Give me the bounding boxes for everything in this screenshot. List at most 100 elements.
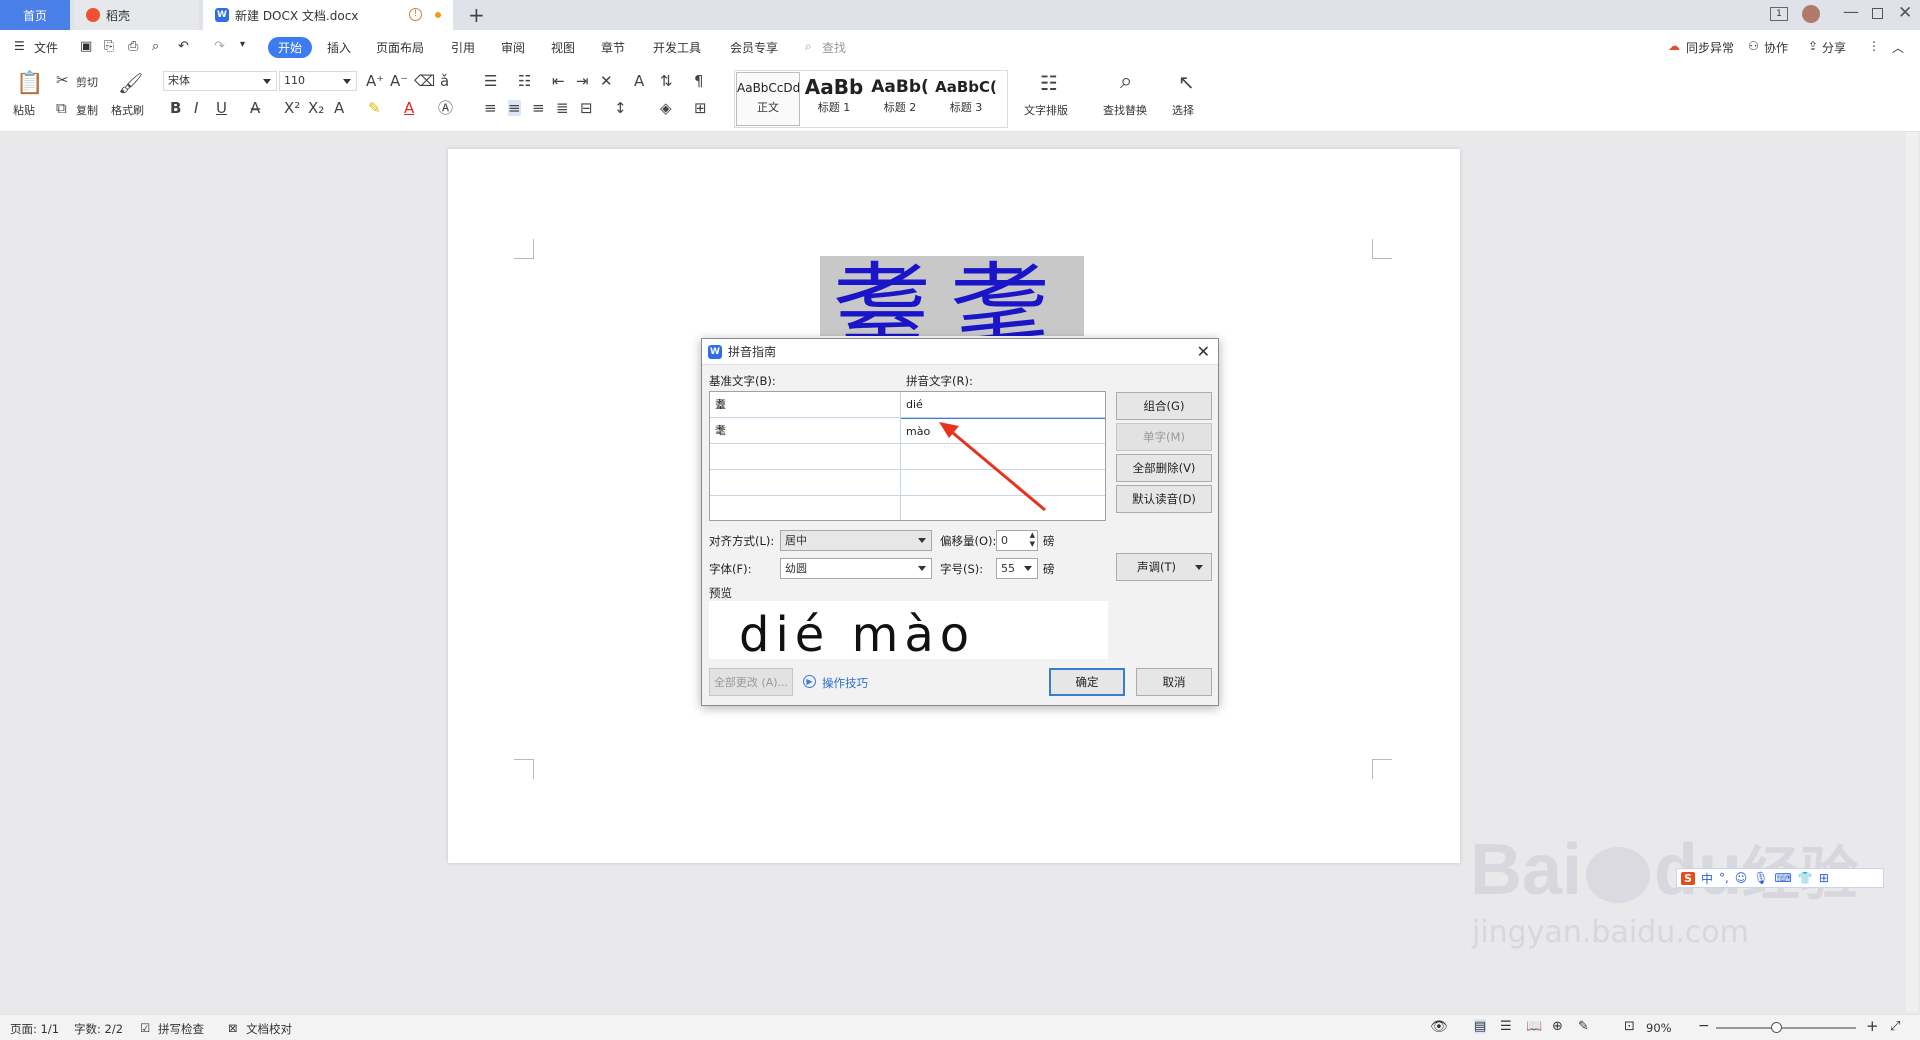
delete-all-button[interactable]: 全部删除(V) [1116, 454, 1212, 482]
borders-icon[interactable]: ⊞ [694, 100, 707, 116]
format-painter-button[interactable]: 格式刷 [111, 102, 144, 118]
select-button[interactable]: 选择 [1172, 102, 1194, 118]
undo-icon[interactable]: ↶ [178, 39, 189, 54]
spinner-arrows-icon[interactable]: ▲ ▼ [1030, 531, 1035, 549]
sync-status[interactable]: 同步异常 [1686, 39, 1734, 56]
keyboard-icon[interactable]: ⌨ [1775, 871, 1792, 885]
bullet-list-icon[interactable]: ☰ [484, 73, 497, 89]
tips-link[interactable]: 操作技巧 [822, 675, 868, 691]
superscript-icon[interactable]: X² [284, 100, 300, 116]
zoom-in-icon[interactable]: + [1866, 1017, 1879, 1035]
text-direction-icon[interactable]: A [634, 73, 644, 89]
zoom-slider-handle[interactable] [1771, 1022, 1782, 1033]
ok-button[interactable]: 确定 [1049, 668, 1125, 696]
paste-icon[interactable]: 📋 [16, 72, 43, 96]
page-view-icon[interactable]: ▤ [1474, 1019, 1487, 1034]
change-all-button[interactable]: 全部更改 (A)... [709, 668, 793, 696]
align-left-icon[interactable]: ≡ [484, 100, 497, 116]
collapse-ribbon-icon[interactable]: ︿ [1892, 39, 1904, 56]
increase-indent-icon[interactable]: ⇥ [576, 73, 589, 89]
select-cursor-icon[interactable]: ↖ [1178, 70, 1195, 94]
menu-file[interactable]: 文件 [34, 39, 58, 56]
ime-toolbar[interactable]: S 中 °, ☺ 🎙 ⌨ 👕 ⊞ [1676, 868, 1884, 888]
dialog-titlebar[interactable]: W 拼音指南 [702, 339, 1218, 365]
vertical-scrollbar[interactable] [1906, 132, 1918, 1012]
cut-icon[interactable]: ✂ [56, 72, 69, 88]
char-border-icon[interactable]: Ⓐ [438, 100, 453, 116]
text-layout-button[interactable]: 文字排版 [1024, 102, 1068, 118]
style-heading-3[interactable]: AaBbC(标题 3 [934, 72, 998, 126]
emoji-icon[interactable]: ☺ [1735, 871, 1748, 885]
highlight-icon[interactable]: ✎ [368, 100, 381, 116]
cut-button[interactable]: 剪切 [76, 74, 98, 90]
pinyin-guide-icon[interactable]: ǎ [440, 73, 449, 89]
warning-icon[interactable]: ! [409, 8, 422, 21]
grow-font-icon[interactable]: A⁺ [366, 73, 384, 89]
ime-mode[interactable]: 中 [1701, 870, 1713, 887]
menu-view[interactable]: 视图 [551, 39, 575, 56]
quick-access-dropdown-icon[interactable]: ▾ [240, 39, 245, 50]
base-cell[interactable] [710, 444, 900, 470]
selected-text[interactable]: 耋耄 [820, 256, 1084, 336]
base-cell[interactable]: 耋 [710, 392, 900, 418]
more-icon[interactable]: ⋮ [1868, 39, 1880, 53]
zoom-level[interactable]: 90% [1646, 1021, 1672, 1035]
align-select[interactable]: 居中 [780, 530, 932, 551]
spell-check-button[interactable]: 拼写检查 [158, 1021, 204, 1037]
tone-button[interactable]: 声调(T) [1116, 553, 1212, 581]
base-cell[interactable]: 耄 [710, 418, 900, 444]
line-spacing-icon[interactable]: ↕ [614, 100, 627, 116]
collab-button[interactable]: 协作 [1764, 39, 1788, 56]
base-cell[interactable] [710, 470, 900, 496]
single-char-button[interactable]: 单字(M) [1116, 423, 1212, 451]
size-select[interactable]: 55 [996, 558, 1038, 579]
font-select[interactable]: 幼圆 [780, 558, 932, 579]
bold-icon[interactable]: B [170, 100, 181, 116]
copy-button[interactable]: 复制 [76, 102, 98, 118]
search-box[interactable]: 查找 [822, 39, 846, 56]
style-heading-2[interactable]: AaBb(标题 2 [868, 72, 932, 126]
zoom-out-icon[interactable]: − [1698, 1018, 1710, 1034]
pen-icon[interactable]: ✎ [1578, 1019, 1589, 1034]
save-icon[interactable]: ▣ [80, 39, 92, 54]
format-painter-icon[interactable]: 🖌 [118, 72, 143, 94]
skin-icon[interactable]: 👕 [1798, 871, 1813, 885]
align-right-icon[interactable]: ≡ [532, 100, 545, 116]
distribute-icon[interactable]: ⊟ [580, 100, 593, 116]
search-icon[interactable]: ⌕ [805, 39, 812, 54]
share-button[interactable]: 分享 [1822, 39, 1846, 56]
new-tab-icon[interactable]: + [468, 3, 485, 27]
numbered-list-icon[interactable]: ☷ [518, 73, 531, 89]
print-preview-icon[interactable]: ⌕ [152, 39, 159, 54]
base-cell[interactable] [710, 496, 900, 522]
subscript-icon[interactable]: X₂ [308, 100, 324, 116]
offset-spinner[interactable]: 0 ▲ ▼ [996, 530, 1038, 551]
text-layout-icon[interactable]: ☷ [1040, 72, 1058, 94]
shrink-font-icon[interactable]: A⁻ [390, 73, 408, 89]
shading-icon[interactable]: ◈ [660, 100, 672, 116]
close-icon[interactable]: ✕ [1197, 342, 1210, 361]
print-icon[interactable]: ⎙ [128, 39, 138, 54]
file-menu-icon[interactable]: ☰ [14, 39, 25, 53]
tab-document[interactable]: W 新建 DOCX 文档.docx ! [203, 0, 453, 30]
menu-devtools[interactable]: 开发工具 [653, 39, 701, 56]
justify-icon[interactable]: ≣ [556, 100, 569, 116]
paste-button[interactable]: 粘贴 [13, 102, 35, 118]
avatar[interactable] [1802, 5, 1820, 23]
chinese-layout-icon[interactable]: ✕ [600, 73, 613, 89]
zoom-slider[interactable] [1716, 1027, 1856, 1029]
punctuation-icon[interactable]: °, [1719, 871, 1729, 885]
cancel-button[interactable]: 取消 [1136, 668, 1212, 696]
redo-icon[interactable]: ↷ [214, 39, 225, 54]
align-center-icon[interactable]: ≡ [508, 100, 521, 116]
eye-protect-icon[interactable]: 👁 [1430, 1019, 1448, 1035]
style-normal[interactable]: AaBbCcDd 正文 [736, 72, 800, 126]
group-button[interactable]: 组合(G) [1116, 392, 1212, 420]
italic-icon[interactable]: I [194, 100, 198, 116]
play-tips-icon[interactable]: ▶ [803, 675, 816, 688]
close-window-icon[interactable]: ✕ [1898, 3, 1912, 23]
text-effect-icon[interactable]: A [334, 100, 344, 116]
tab-daoke[interactable]: 稻壳 [74, 0, 199, 30]
pinyin-cell[interactable]: dié [901, 392, 1105, 418]
clear-format-icon[interactable]: ⌫ [414, 73, 435, 89]
